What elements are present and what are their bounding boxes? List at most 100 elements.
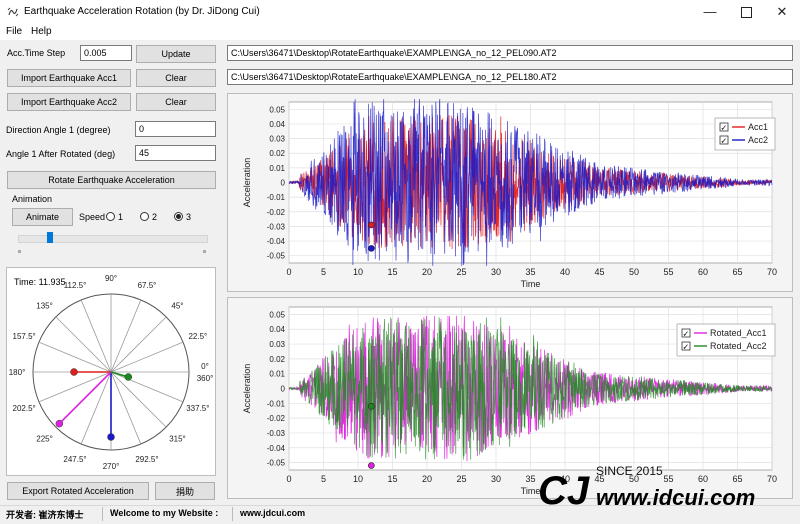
speed-radio-1[interactable] bbox=[106, 212, 115, 221]
polar-angle-label: 22.5° bbox=[188, 332, 207, 341]
angle-after-input[interactable]: 45 bbox=[135, 145, 216, 161]
legend-label: Rotated_Acc2 bbox=[710, 341, 767, 351]
minimize-button[interactable]: — bbox=[692, 0, 728, 24]
import-acc1-button[interactable]: Import Earthquake Acc1 bbox=[7, 69, 131, 87]
maximize-icon bbox=[740, 7, 752, 19]
y-tick-label: 0.05 bbox=[269, 105, 285, 114]
polar-angle-label: 90° bbox=[105, 274, 117, 283]
acc1-point bbox=[70, 368, 78, 376]
polar-angle-label: 45° bbox=[171, 302, 183, 311]
y-tick-label: 0.03 bbox=[269, 135, 285, 144]
y-tick-label: -0.01 bbox=[267, 193, 286, 202]
legend-label: Acc2 bbox=[748, 135, 768, 145]
menu-help[interactable]: Help bbox=[31, 26, 52, 37]
app-icon bbox=[7, 7, 19, 17]
y-tick-label: 0.03 bbox=[269, 340, 285, 349]
y-tick-label: -0.05 bbox=[267, 252, 286, 261]
direction-angle-label: Direction Angle 1 (degree) bbox=[6, 125, 111, 135]
close-icon: ✕ bbox=[776, 4, 788, 19]
maximize-button[interactable] bbox=[728, 0, 764, 24]
x-tick-label: 30 bbox=[491, 474, 501, 484]
y-tick-label: -0.05 bbox=[267, 459, 286, 468]
polar-spoke bbox=[55, 316, 112, 373]
legend-checkmark: ✓ bbox=[721, 137, 728, 146]
y-axis-label: Acceleration bbox=[242, 364, 252, 414]
status-welcome: Welcome to my Website : bbox=[110, 508, 219, 518]
polar-angle-label: 247.5° bbox=[63, 455, 86, 464]
rotate-button[interactable]: Rotate Earthquake Acceleration bbox=[7, 171, 216, 189]
polar-angle-label: 180° bbox=[9, 368, 26, 377]
y-tick-label: 0.04 bbox=[269, 120, 285, 129]
y-tick-label: -0.02 bbox=[267, 414, 286, 423]
update-button[interactable]: Update bbox=[136, 45, 216, 63]
donate-button[interactable]: 捐助 bbox=[155, 482, 215, 500]
speed-radio-2[interactable] bbox=[140, 212, 149, 221]
watermark-since: SINCE 2015 bbox=[596, 464, 663, 478]
x-tick-label: 5 bbox=[321, 267, 326, 277]
polar-angle-label: 292.5° bbox=[135, 455, 158, 464]
polar-angle-label: 135° bbox=[36, 302, 53, 311]
polar-angle-label: 112.5° bbox=[64, 281, 87, 290]
x-tick-label: 20 bbox=[422, 474, 432, 484]
speed-radio-3[interactable] bbox=[174, 212, 183, 221]
x-tick-label: 15 bbox=[387, 474, 397, 484]
y-tick-label: 0.01 bbox=[269, 164, 285, 173]
animation-slider-thumb[interactable] bbox=[46, 232, 53, 243]
polar-spoke bbox=[110, 316, 167, 373]
status-separator bbox=[102, 507, 103, 521]
animation-group-label: Animation bbox=[12, 194, 53, 204]
x-tick-label: 50 bbox=[629, 267, 639, 277]
menu-bar bbox=[0, 24, 800, 40]
chart-panel-original: 0 5 10 15 20 25 30 35 40 45 50 55 60 65 70 0.05 0.04 0.03… bbox=[227, 93, 793, 292]
speed-option-3: 3 bbox=[186, 212, 192, 222]
legend-checkmark: ✓ bbox=[683, 330, 690, 339]
acc2-path-field[interactable]: C:\Users\36471\Desktop\RotateEarthquake\… bbox=[227, 69, 793, 85]
minimize-icon: — bbox=[703, 4, 717, 19]
polar-angle-label: 337.5° bbox=[186, 404, 209, 413]
x-tick-label: 10 bbox=[353, 267, 363, 277]
polar-diagram: Time: 11.935 0° 22.5° 45° 67.5° 90° 112.5° 135°… bbox=[9, 274, 214, 471]
angle-after-label: Angle 1 After Rotated (deg) bbox=[6, 149, 116, 159]
direction-angle-input[interactable]: 0 bbox=[135, 121, 216, 137]
export-button[interactable]: Export Rotated Acceleration bbox=[7, 482, 149, 500]
x-tick-label: 10 bbox=[353, 474, 363, 484]
acc1-path-field[interactable]: C:\Users\36471\Desktop\RotateEarthquake\… bbox=[227, 45, 793, 61]
x-tick-label: 0 bbox=[286, 267, 291, 277]
status-separator bbox=[232, 507, 233, 521]
x-tick-label: 60 bbox=[698, 267, 708, 277]
import-acc2-button[interactable]: Import Earthquake Acc2 bbox=[7, 93, 131, 111]
polar-angle-label: 270° bbox=[103, 462, 120, 471]
polar-angle-label: 67.5° bbox=[138, 281, 157, 290]
menu-file[interactable]: File bbox=[6, 26, 22, 37]
legend-checkmark: ✓ bbox=[721, 124, 728, 133]
chart-original: 0 5 10 15 20 25 30 35 40 45 50 55 60 65 70 0.05 0.04 0.03… bbox=[242, 99, 777, 289]
slider-tick-end bbox=[203, 250, 206, 253]
clear-acc1-button[interactable]: Clear bbox=[136, 69, 216, 87]
rotated-acc2-point bbox=[124, 373, 133, 381]
y-tick-label: 0 bbox=[281, 179, 286, 188]
legend-label: Rotated_Acc1 bbox=[710, 328, 767, 338]
rotated-acc1-point bbox=[55, 419, 64, 428]
x-tick-label: 15 bbox=[387, 267, 397, 277]
y-tick-label: 0 bbox=[281, 385, 286, 394]
polar-angle-label: 202.5° bbox=[13, 404, 36, 413]
animate-button[interactable]: Animate bbox=[12, 208, 73, 226]
x-tick-label: 25 bbox=[456, 474, 466, 484]
window-title: Earthquake Acceleration Rotation (by Dr.… bbox=[24, 6, 260, 17]
x-tick-label: 30 bbox=[491, 267, 501, 277]
clear-acc2-button[interactable]: Clear bbox=[136, 93, 216, 111]
time-marker-Acc1 bbox=[368, 221, 375, 229]
y-tick-label: 0.04 bbox=[269, 325, 285, 334]
status-site[interactable]: www.jdcui.com bbox=[240, 508, 305, 518]
time-marker-Rotated_Acc2 bbox=[368, 402, 375, 410]
acc2-point bbox=[107, 433, 115, 441]
acc-time-step-input[interactable]: 0.005 bbox=[80, 45, 132, 61]
polar-angle-label: 225° bbox=[36, 434, 53, 443]
x-tick-label: 65 bbox=[732, 267, 742, 277]
y-tick-label: 0.01 bbox=[269, 370, 285, 379]
status-publisher: 开发者: 崔济东博士 bbox=[6, 510, 84, 520]
close-button[interactable]: ✕ bbox=[764, 0, 800, 24]
rotated-acc1-vector bbox=[58, 371, 112, 425]
y-tick-label: -0.04 bbox=[267, 237, 286, 246]
title-bar: Earthquake Acceleration Rotation (by Dr.… bbox=[0, 0, 800, 24]
